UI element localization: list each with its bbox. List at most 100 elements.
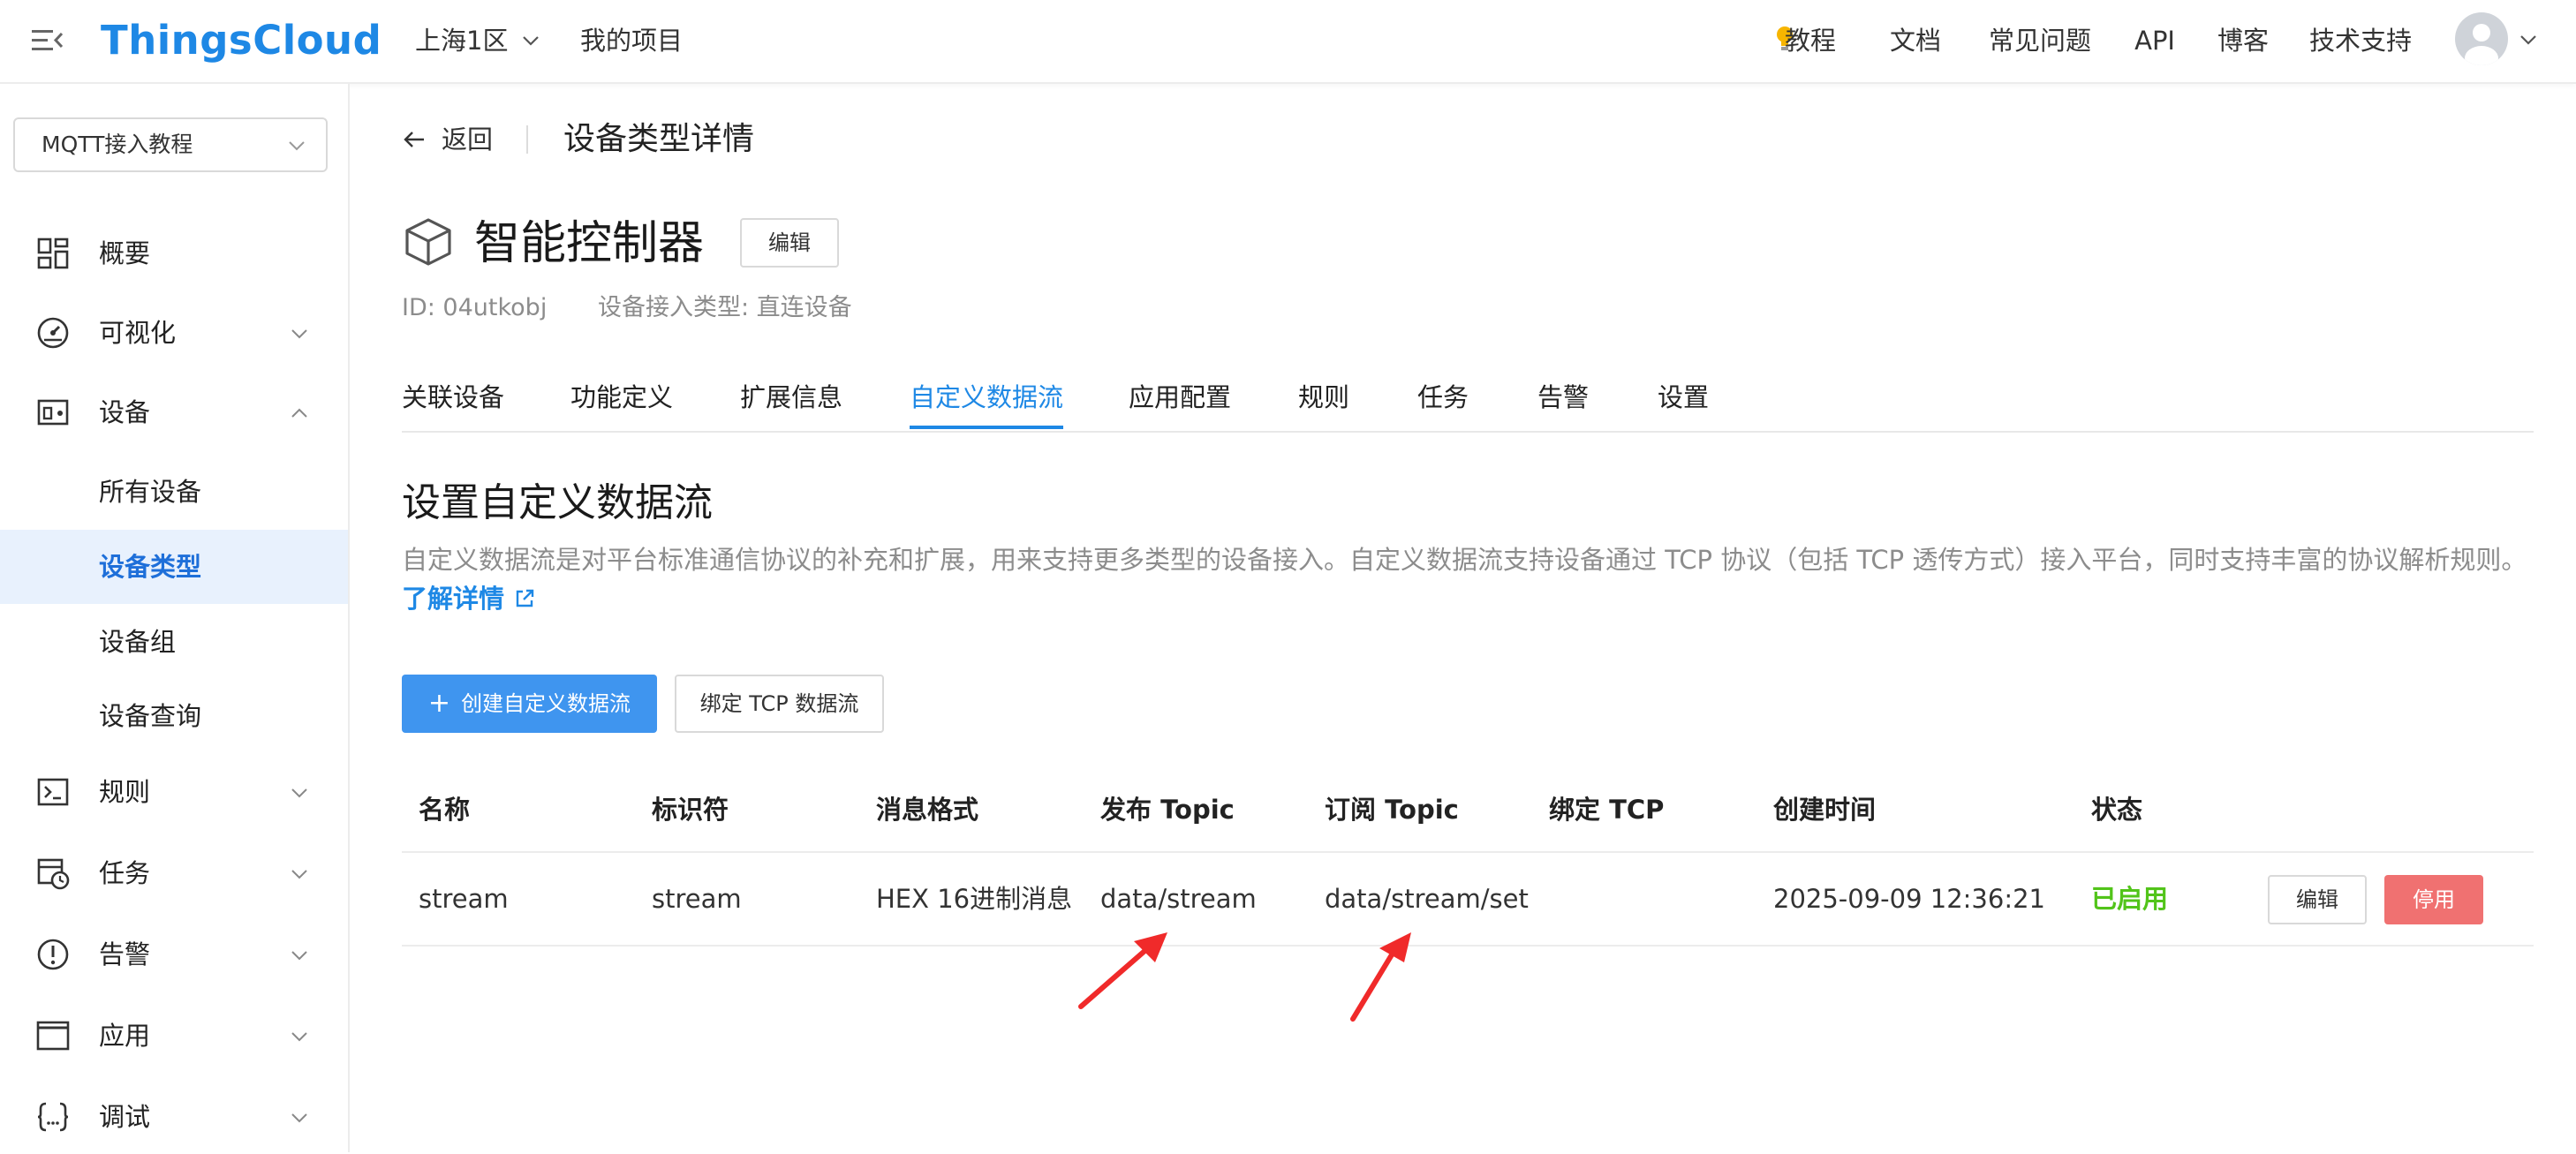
learn-more-label: 了解详情	[402, 584, 505, 614]
chevron-down-icon[interactable]	[521, 31, 540, 50]
external-link-icon	[516, 589, 534, 607]
column-header: 创建时间	[1773, 795, 1877, 825]
braces-icon	[37, 1102, 69, 1132]
tab-app-config[interactable]: 应用配置	[1129, 373, 1231, 429]
column-header: 绑定 TCP	[1549, 795, 1665, 825]
sidebar-item-devices[interactable]: 设备	[0, 375, 348, 449]
nav-blog[interactable]: 博客	[2217, 21, 2269, 60]
dashboard-grid-icon	[37, 238, 69, 269]
my-projects-link[interactable]: 我的项目	[580, 21, 683, 60]
sidebar-item-label: 告警	[99, 939, 151, 969]
sidebar-subitem-label: 设备类型	[99, 552, 202, 582]
row-disable-button[interactable]: 停用	[2384, 875, 2483, 924]
detail-tabs: 关联设备 功能定义 扩展信息 自定义数据流 应用配置 规则 任务 告警 设置	[402, 373, 2534, 433]
tab-alerts[interactable]: 告警	[1537, 373, 1589, 429]
sidebar-item-rules[interactable]: 规则	[0, 755, 348, 829]
chevron-down-icon	[291, 788, 307, 798]
arrow-left-icon[interactable]	[402, 127, 427, 152]
tab-settings[interactable]: 设置	[1658, 373, 1709, 429]
chevron-down-icon	[291, 870, 307, 879]
devices-icon	[37, 399, 69, 426]
page-title: 设备类型详情	[563, 121, 755, 157]
description-text: 自定义数据流是对平台标准通信协议的补充和扩展，用来支持更多类型的设备接入。自定义…	[402, 545, 2527, 575]
annotation-arrow-icon	[1350, 932, 1411, 1022]
device-type-name: 智能控制器	[474, 217, 705, 270]
tab-custom-data-stream[interactable]: 自定义数据流	[910, 373, 1064, 429]
divider	[526, 125, 528, 154]
sidebar-item-label: 设备	[99, 397, 151, 427]
sidebar-subitem-device-types[interactable]: 设备类型	[0, 530, 348, 604]
learn-more-link[interactable]: 了解详情	[402, 584, 536, 614]
menu-collapse-icon[interactable]	[30, 23, 65, 58]
column-header: 名称	[419, 795, 471, 825]
sidebar-item-tasks[interactable]: 任务	[0, 836, 348, 910]
cube-icon	[405, 218, 451, 266]
task-clock-icon	[37, 858, 70, 890]
top-bar: ThingsCloud 上海1区 我的项目 教程 文档 常见问题 API 博客 …	[0, 0, 2576, 84]
nav-faq[interactable]: 常见问题	[1989, 21, 2091, 60]
chevron-up-icon	[291, 408, 307, 418]
column-header: 发布 Topic	[1100, 795, 1235, 825]
edit-device-type-button[interactable]: 编辑	[740, 218, 839, 268]
sidebar-item-label: 应用	[99, 1021, 151, 1051]
nav-support[interactable]: 技术支持	[2309, 21, 2412, 60]
sidebar-subitem-all-devices[interactable]: 所有设备	[0, 455, 348, 529]
table-row: stream stream HEX 16进制消息 data/stream dat…	[402, 853, 2534, 947]
status-badge: 已启用	[2091, 884, 2169, 914]
chevron-down-icon[interactable]	[2519, 30, 2538, 49]
sidebar-subitem-label: 所有设备	[99, 477, 202, 507]
bind-tcp-stream-button[interactable]: 绑定 TCP 数据流	[675, 675, 884, 733]
sidebar-subitem-device-groups[interactable]: 设备组	[0, 605, 348, 679]
column-header: 标识符	[652, 795, 729, 825]
tab-rules[interactable]: 规则	[1298, 373, 1349, 429]
sidebar-item-label: 可视化	[99, 318, 177, 348]
sidebar-subitem-device-query[interactable]: 设备查询	[0, 679, 348, 753]
cell-identifier: stream	[652, 884, 742, 914]
alert-circle-icon	[37, 939, 69, 970]
nav-docs[interactable]: 文档	[1890, 21, 1941, 60]
chevron-down-icon	[291, 1032, 307, 1042]
cell-name: stream	[419, 884, 509, 914]
brand-logo[interactable]: ThingsCloud	[101, 14, 381, 67]
chevron-down-icon	[289, 141, 305, 151]
section-description: 自定义数据流是对平台标准通信协议的补充和扩展，用来支持更多类型的设备接入。自定义…	[402, 540, 2539, 618]
tab-function-definition[interactable]: 功能定义	[570, 373, 673, 429]
column-header: 状态	[2091, 795, 2143, 825]
column-header: 消息格式	[876, 795, 979, 825]
project-selector-label: MQTT接入教程	[42, 132, 193, 157]
sidebar-item-alerts[interactable]: 告警	[0, 917, 348, 992]
sidebar-item-label: 任务	[99, 858, 151, 888]
row-edit-button[interactable]: 编辑	[2268, 875, 2367, 924]
back-button[interactable]: 返回	[442, 120, 493, 159]
user-avatar-icon[interactable]	[2455, 12, 2508, 65]
sidebar-subitem-label: 设备查询	[99, 701, 202, 731]
section-title: 设置自定义数据流	[402, 480, 713, 525]
tab-extended-info[interactable]: 扩展信息	[740, 373, 842, 429]
window-icon	[36, 1021, 70, 1051]
cell-format: HEX 16进制消息	[876, 884, 1073, 914]
tab-tasks[interactable]: 任务	[1417, 373, 1469, 429]
sidebar-item-debug[interactable]: 调试	[0, 1080, 348, 1154]
gauge-icon	[37, 317, 69, 349]
region-selector[interactable]: 上海1区	[415, 21, 508, 60]
tab-related-devices[interactable]: 关联设备	[402, 373, 504, 429]
nav-tutorial[interactable]: 教程	[1785, 21, 1836, 60]
create-data-stream-label: 创建自定义数据流	[461, 691, 631, 716]
sidebar-item-overview[interactable]: 概要	[0, 216, 348, 290]
project-selector[interactable]: MQTT接入教程	[13, 117, 328, 172]
sidebar: MQTT接入教程 概要 可视化 设备 所有设备 设备类型 设备组 设备查询 规则…	[0, 84, 350, 1152]
sidebar-item-label: 规则	[99, 777, 151, 807]
device-type-id: ID: 04utkobj	[402, 294, 548, 321]
sidebar-item-apps[interactable]: 应用	[0, 999, 348, 1073]
terminal-icon	[37, 778, 69, 806]
cell-created-time: 2025-09-09 12:36:21	[1773, 884, 2045, 914]
sidebar-item-visualization[interactable]: 可视化	[0, 296, 348, 370]
chevron-down-icon	[291, 951, 307, 961]
access-type: 设备接入类型: 直连设备	[598, 294, 852, 321]
annotation-arrow-icon	[1078, 932, 1167, 1009]
create-data-stream-button[interactable]: + 创建自定义数据流	[402, 675, 657, 733]
nav-api[interactable]: API	[2134, 21, 2175, 60]
sidebar-subitem-label: 设备组	[99, 627, 177, 657]
chevron-down-icon	[291, 329, 307, 339]
column-header: 订阅 Topic	[1325, 795, 1459, 825]
